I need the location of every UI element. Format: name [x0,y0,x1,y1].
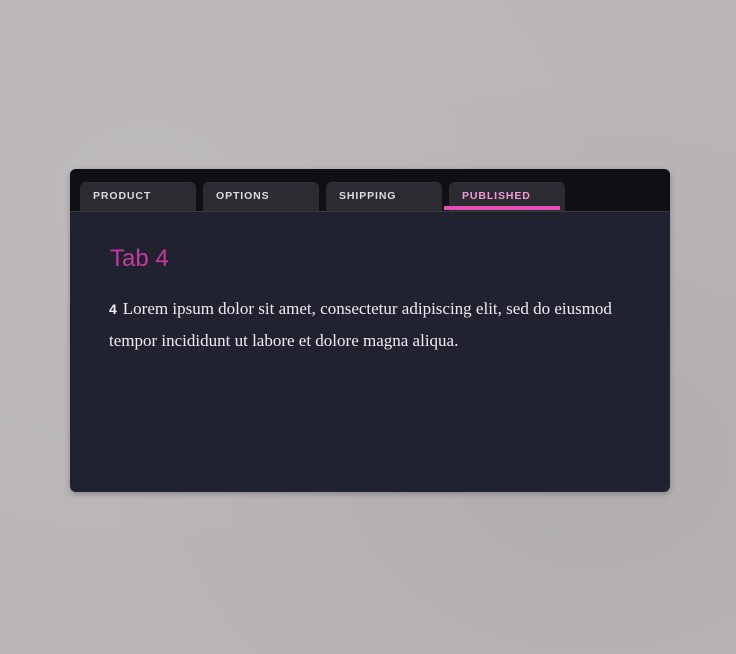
active-tab-indicator [444,206,560,210]
tab-label: PRODUCT [93,190,152,202]
tab-options[interactable]: OPTIONS [203,182,319,211]
tabs-widget: PRODUCT OPTIONS SHIPPING PUBLISHED Tab 4… [70,169,670,492]
tab-label: OPTIONS [216,190,270,202]
panel-number: 4 [109,301,117,317]
panel-title: Tab 4 [110,245,169,272]
tab-bar: PRODUCT OPTIONS SHIPPING PUBLISHED [70,169,670,212]
tab-shipping[interactable]: SHIPPING [326,182,442,211]
tab-product[interactable]: PRODUCT [80,182,196,211]
tab-label: SHIPPING [339,190,397,202]
tab-label: PUBLISHED [462,190,531,202]
panel-text: 4 Lorem ipsum dolor sit amet, consectetur… [109,293,629,357]
tab-panel: Tab 4 4 Lorem ipsum dolor sit amet, conse… [70,212,670,492]
panel-body: Lorem ipsum dolor sit amet, consectetur … [109,299,612,350]
